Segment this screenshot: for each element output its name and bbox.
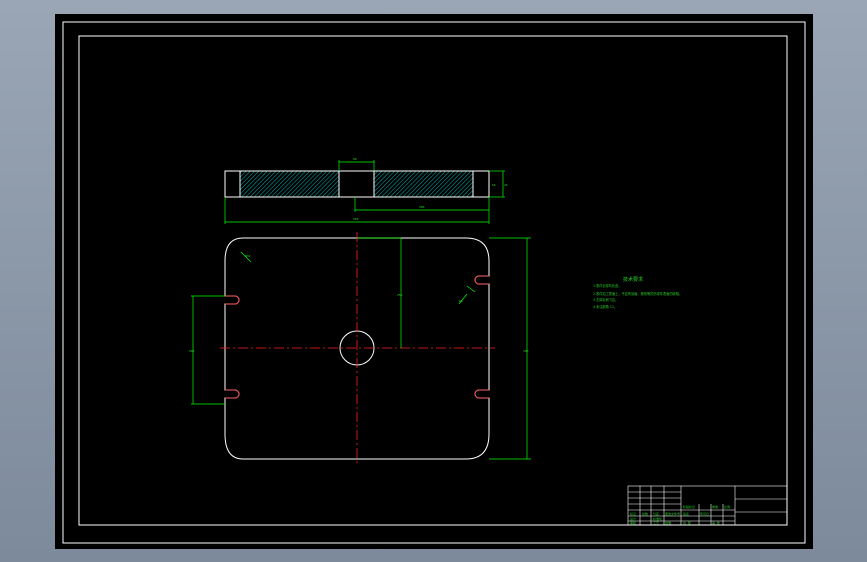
dim-thickness: 25 bbox=[504, 183, 508, 187]
notes-line-2: 2.零件加工表面上，不应有划痕、擦伤等损伤零件表面的缺陷。 bbox=[593, 291, 682, 296]
tb-cell-14: 批准 bbox=[665, 520, 671, 525]
dim-hole-radius: R9 bbox=[459, 299, 463, 303]
notes-line-1: 1.零件去除氧化皮。 bbox=[593, 283, 622, 288]
tb-cell-15: 共 张 bbox=[683, 520, 691, 525]
dim-total-length: 500 bbox=[353, 217, 359, 221]
section-hatch-left bbox=[239, 170, 340, 198]
outer-border bbox=[62, 21, 806, 544]
tb-cell-3: 分区 bbox=[653, 511, 659, 516]
dim-top-center: 80 bbox=[353, 157, 357, 161]
tb-cell-12: 审核 bbox=[630, 520, 636, 525]
tb-cell-11: 比例 bbox=[724, 504, 730, 509]
tb-cell-9: 阶段标记 bbox=[683, 504, 695, 509]
tb-cell-13: 工艺 bbox=[653, 520, 659, 525]
tb-cell-5: 签名 bbox=[683, 511, 689, 516]
notes-line-4: 4.未注倒角 C1。 bbox=[593, 304, 617, 309]
technical-notes: 技术要求 1.零件去除氧化皮。 2.零件加工表面上，不应有划痕、擦伤等损伤零件表… bbox=[593, 276, 682, 309]
tb-cell-16: 第 张 bbox=[712, 520, 720, 525]
section-hatch-right bbox=[373, 170, 474, 198]
tb-cell-4: 更改文件号 bbox=[665, 511, 680, 516]
tb-cell-10: 重量 bbox=[712, 504, 718, 509]
notes-title: 技术要求 bbox=[623, 276, 643, 283]
notes-line-3: 3.去除毛刺飞边。 bbox=[593, 297, 618, 302]
tb-cell-6: 年月日 bbox=[700, 511, 709, 516]
title-block bbox=[627, 485, 788, 526]
centerlines bbox=[220, 232, 495, 464]
dim-plan-height: 250 bbox=[397, 293, 403, 297]
dim-offset: 300 bbox=[419, 205, 425, 209]
plan-view: 250 300 200 R30 R9 bbox=[189, 232, 531, 464]
dim-top-width: 66 bbox=[492, 183, 496, 187]
tb-cell-2: 处数 bbox=[642, 511, 648, 516]
cad-sheet: 80 500 300 25 66 250 300 200 R30 R9 技术要求… bbox=[62, 21, 806, 544]
dim-overall-height: 300 bbox=[523, 349, 529, 353]
dim-left-span: 200 bbox=[189, 349, 195, 353]
inner-frame bbox=[78, 35, 788, 526]
section-view: 80 500 300 25 66 bbox=[224, 157, 508, 224]
title-block-labels: 标记 处数 分区 更改文件号 签名 年月日 设计 标准化 阶段标记 重量 比例 … bbox=[630, 504, 730, 525]
tb-cell-1: 标记 bbox=[630, 511, 636, 516]
cad-drawing-canvas: 80 500 300 25 66 250 300 200 R30 R9 技术要求… bbox=[55, 14, 813, 549]
dim-corner-radius: R30 bbox=[245, 254, 251, 258]
